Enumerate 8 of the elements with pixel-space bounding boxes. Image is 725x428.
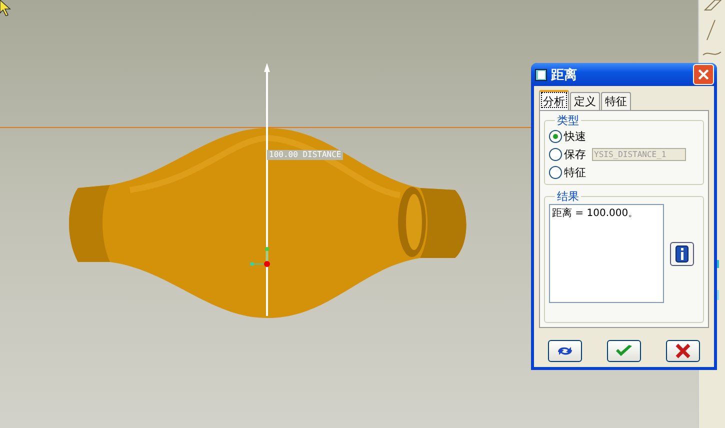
radio-label: 特征 xyxy=(564,164,586,180)
radio-label: 保存 xyxy=(564,146,586,162)
window-title: 距离 xyxy=(551,66,578,84)
group-title: 类型 xyxy=(556,113,580,128)
dimension-label: 100.00 DISTANCE xyxy=(267,150,344,160)
result-text-area: 距离 = 100.000。 xyxy=(549,204,664,303)
radio-label: 快速 xyxy=(564,128,586,144)
group-title: 结果 xyxy=(556,189,580,204)
